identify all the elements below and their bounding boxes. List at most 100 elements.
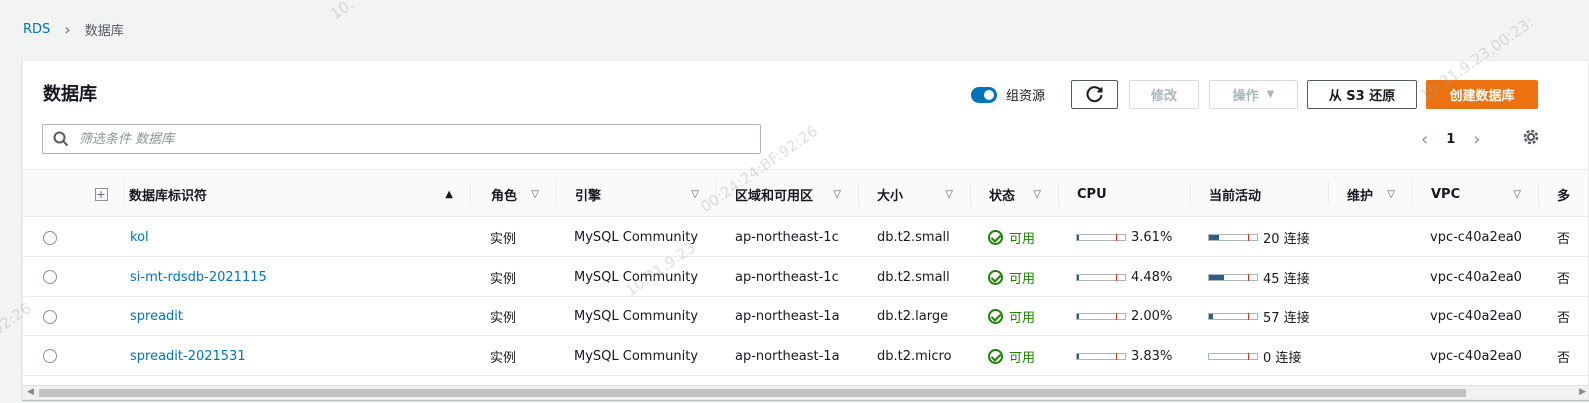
group-resources-label: 组资源 <box>1006 89 1046 104</box>
size-cell: db.t2.small <box>877 230 950 245</box>
column-header-cpu[interactable]: CPU <box>1059 170 1191 218</box>
column-header-maintenance[interactable]: 维护 ▽ <box>1329 170 1413 218</box>
cpu-value: 3.61% <box>1131 230 1173 245</box>
vpc-cell: vpc-c40a2ea0 <box>1430 230 1522 245</box>
restore-from-s3-button[interactable]: 从 S3 还原 <box>1307 80 1417 109</box>
activity-cell: 45 连接 <box>1208 258 1310 297</box>
region-cell: ap-northeast-1a <box>735 348 840 364</box>
table-row[interactable]: spreadit 实例 MySQL Community ap-northeast-1a… <box>23 297 1588 336</box>
scroll-left-icon[interactable]: ◀ <box>27 387 34 397</box>
column-header-activity[interactable]: 当前活动 <box>1191 170 1329 218</box>
column-header-label: 当前活动 <box>1209 188 1262 204</box>
db-identifier-link[interactable]: spreadit-2021531 <box>130 337 246 376</box>
expand-all-icon[interactable]: + <box>94 187 108 201</box>
status-label: 可用 <box>1009 232 1036 247</box>
activity-bar <box>1208 273 1258 281</box>
actions-button[interactable]: 操作 ▼ <box>1209 80 1298 109</box>
column-header-label: 角色 <box>491 188 518 204</box>
page-title: 数据库 <box>43 84 97 105</box>
multi-az-cell: 否 <box>1557 311 1571 326</box>
row-select-radio[interactable] <box>43 230 57 245</box>
role-cell: 实例 <box>490 232 517 247</box>
group-resources-control: 组资源 <box>971 85 1045 104</box>
column-header-label: 状态 <box>989 188 1016 204</box>
actions-label: 操作 <box>1232 89 1259 104</box>
sort-icon: ▽ <box>1033 188 1041 200</box>
multi-az-cell: 否 <box>1557 350 1571 366</box>
row-select-radio[interactable] <box>43 270 57 284</box>
size-cell: db.t2.small <box>877 269 950 285</box>
cpu-cell: 2.00% <box>1076 297 1172 336</box>
status-ok-icon <box>988 269 1003 285</box>
column-header-size[interactable]: 大小 ▽ <box>859 170 971 218</box>
column-header-identifier[interactable]: 数据库标识符 ▲ <box>111 170 471 218</box>
activity-cell: 57 连接 <box>1208 297 1310 336</box>
role-cell: 实例 <box>490 350 517 366</box>
activity-cell: 20 连接 <box>1208 218 1310 257</box>
status-cell: 可用 <box>988 218 1035 257</box>
column-header-engine[interactable]: 引擎 ▽ <box>557 170 717 218</box>
cpu-cell: 4.48% <box>1076 258 1172 297</box>
table-row[interactable]: si-mt-rdsdb-2021115 实例 MySQL Community ap-n… <box>23 258 1588 297</box>
pagination: ‹ 1 › <box>1421 129 1480 150</box>
status-cell: 可用 <box>988 297 1035 336</box>
vpc-cell: vpc-c40a2ea0 <box>1430 348 1522 364</box>
cpu-bar <box>1076 234 1126 241</box>
column-header-multi-az[interactable]: 多 <box>1539 170 1588 218</box>
table-row[interactable]: spreadit-2021531 实例 MySQL Community ap-nort… <box>23 337 1588 376</box>
db-identifier-link[interactable]: si-mt-rdsdb-2021115 <box>130 258 267 297</box>
cpu-cell: 3.61% <box>1076 218 1172 257</box>
create-database-button[interactable]: 创建数据库 <box>1426 80 1538 109</box>
db-identifier-link[interactable]: kol <box>130 218 149 257</box>
activity-value: 20 连接 <box>1263 232 1310 247</box>
column-header-status[interactable]: 状态 ▽ <box>971 170 1059 218</box>
region-cell: ap-northeast-1c <box>735 230 839 245</box>
sort-ascending-icon: ▲ <box>445 188 453 200</box>
chevron-right-icon: › <box>64 20 71 39</box>
breadcrumb-rds-link[interactable]: RDS <box>23 22 50 37</box>
column-header-label: CPU <box>1077 186 1107 202</box>
sort-icon: ▽ <box>945 188 953 200</box>
group-resources-toggle[interactable] <box>971 86 997 103</box>
refresh-button[interactable] <box>1071 80 1118 109</box>
status-label: 可用 <box>1009 350 1036 366</box>
status-ok-icon <box>988 309 1003 324</box>
search-input[interactable] <box>79 131 719 147</box>
previous-page-icon[interactable]: ‹ <box>1421 129 1428 150</box>
region-cell: ap-northeast-1c <box>735 269 839 285</box>
db-identifier-link[interactable]: spreadit <box>130 297 183 336</box>
settings-button[interactable] <box>1522 128 1540 150</box>
status-label: 可用 <box>1009 271 1036 287</box>
column-header-region[interactable]: 区域和可用区 ▽ <box>717 170 859 218</box>
multi-az-cell: 否 <box>1557 271 1571 287</box>
status-ok-icon <box>988 348 1003 364</box>
sort-icon: ▽ <box>691 188 699 200</box>
watermark: 10. <box>326 0 357 24</box>
region-cell: ap-northeast-1a <box>735 309 840 324</box>
table-row[interactable]: kol 实例 MySQL Community ap-northeast-1c db.t2… <box>23 218 1588 257</box>
sort-icon: ▽ <box>1387 188 1395 200</box>
scrollbar-thumb[interactable] <box>39 389 1466 397</box>
row-select-radio[interactable] <box>43 349 57 363</box>
status-cell: 可用 <box>988 337 1035 376</box>
row-select-radio[interactable] <box>43 309 57 324</box>
cpu-bar <box>1076 352 1126 360</box>
engine-cell: MySQL Community <box>574 309 699 324</box>
multi-az-cell: 否 <box>1557 232 1571 247</box>
column-header-role[interactable]: 角色 ▽ <box>473 170 557 218</box>
gear-icon <box>1523 129 1539 145</box>
role-cell: 实例 <box>490 311 517 326</box>
column-header-label: 引擎 <box>575 188 602 204</box>
scroll-right-icon[interactable]: ▶ <box>1579 387 1586 397</box>
cpu-value: 4.48% <box>1131 269 1173 285</box>
column-header-label: VPC <box>1431 186 1461 202</box>
status-ok-icon <box>988 230 1003 245</box>
next-page-icon[interactable]: › <box>1473 129 1480 150</box>
horizontal-scrollbar[interactable]: ◀ ▶ <box>23 385 1588 399</box>
current-page-number[interactable]: 1 <box>1446 132 1455 147</box>
search-box <box>42 124 761 154</box>
column-header-vpc[interactable]: VPC ▽ <box>1413 170 1539 218</box>
sort-icon: ▽ <box>1513 188 1521 200</box>
activity-bar <box>1208 352 1258 360</box>
modify-button[interactable]: 修改 <box>1129 80 1199 109</box>
